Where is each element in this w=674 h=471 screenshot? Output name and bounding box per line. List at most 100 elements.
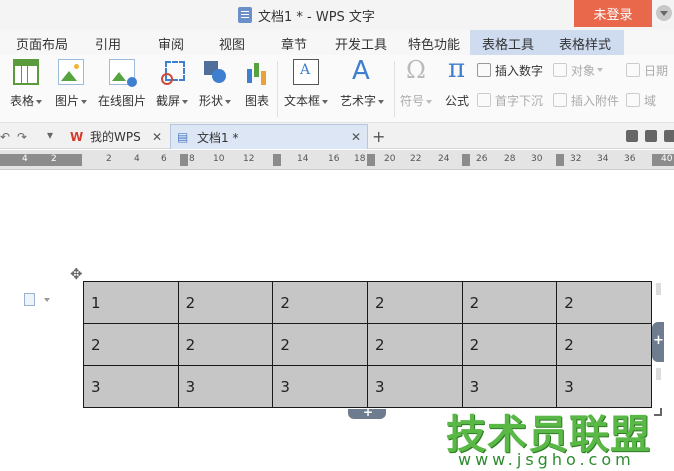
insert-table-label: 表格 xyxy=(10,94,35,108)
screenshot-button[interactable]: 截屏 xyxy=(156,59,189,109)
ruler-label: 40 xyxy=(661,154,673,164)
fullscreen-icon[interactable] xyxy=(645,130,657,142)
ruler-label: 4 xyxy=(22,154,28,164)
ruler-label: 36 xyxy=(624,154,636,164)
shape-button[interactable]: 形状 xyxy=(199,59,232,109)
ruler-label: 14 xyxy=(297,154,309,164)
number-icon xyxy=(477,63,491,77)
textbox-label: 文本框 xyxy=(284,94,321,108)
chevron-down-icon xyxy=(426,99,433,104)
ruler-column-marker xyxy=(367,154,375,166)
chevron-down-icon xyxy=(81,99,88,104)
tab-references[interactable]: 引用 xyxy=(95,34,121,54)
tab-table-tools[interactable]: 表格工具 xyxy=(470,30,546,55)
symbol-label: 符号 xyxy=(400,94,425,108)
new-tab-icon[interactable]: + xyxy=(372,127,385,146)
doc-tab-label: 文档1 * xyxy=(197,130,239,145)
tab-list-chevron-icon[interactable]: ▾ xyxy=(47,128,53,142)
ruler-label: 8 xyxy=(189,154,195,164)
insert-attachment-label: 插入附件 xyxy=(571,93,620,108)
row-handle[interactable] xyxy=(656,368,661,380)
chevron-down-icon xyxy=(378,99,385,104)
table-cell[interactable]: 2 xyxy=(366,281,463,324)
drop-cap-icon xyxy=(477,93,491,107)
document-icon xyxy=(238,7,252,23)
tab-page-layout[interactable]: 页面布局 xyxy=(16,34,68,54)
paragraph-icon[interactable] xyxy=(24,293,35,306)
document-table[interactable]: 1 2 2 2 2 2 2 2 2 2 2 2 3 3 3 3 3 3 xyxy=(83,281,652,408)
drop-cap-label: 首字下沉 xyxy=(495,93,544,108)
object-button[interactable]: 对象 xyxy=(553,61,604,79)
table-cell[interactable]: 2 xyxy=(556,323,652,366)
date-button[interactable]: 日期 xyxy=(626,61,668,79)
close-icon[interactable]: ✕ xyxy=(351,130,361,144)
table-cell[interactable]: 2 xyxy=(177,323,274,366)
insert-picture-button[interactable]: 图片 xyxy=(55,59,88,109)
table-resize-handle-icon[interactable] xyxy=(654,408,662,416)
field-label: 域 xyxy=(644,93,657,108)
insert-attachment-button[interactable]: 插入附件 xyxy=(553,91,619,109)
chart-label: 图表 xyxy=(244,94,269,108)
ruler-column-marker xyxy=(180,154,188,166)
table-cell[interactable]: 2 xyxy=(461,323,558,366)
drop-cap-button[interactable]: 首字下沉 xyxy=(477,91,543,109)
doc-tab-my-wps[interactable]: W 我的WPS ✕ xyxy=(64,124,168,149)
table-cell[interactable]: 2 xyxy=(461,281,558,324)
textbox-button[interactable]: 文本框 xyxy=(284,59,329,109)
redo-icon[interactable]: ↷ xyxy=(17,130,27,144)
row-handle[interactable] xyxy=(656,283,661,295)
tab-review[interactable]: 审阅 xyxy=(158,34,184,54)
ruler-column-marker xyxy=(462,154,470,166)
ruler-margin-left xyxy=(0,154,82,166)
add-row-icon[interactable] xyxy=(348,405,386,419)
table-cell[interactable]: 2 xyxy=(556,281,652,324)
insert-table-button[interactable]: 表格 xyxy=(10,59,43,109)
ruler-label: 28 xyxy=(504,154,516,164)
login-button[interactable]: 未登录 xyxy=(574,0,652,27)
table-cell[interactable]: 2 xyxy=(366,323,463,366)
tab-view[interactable]: 视图 xyxy=(219,34,245,54)
title-menu-icon[interactable] xyxy=(656,5,672,21)
table-cell[interactable]: 3 xyxy=(177,365,274,408)
ruler-label: 20 xyxy=(384,154,396,164)
table-cell[interactable]: 3 xyxy=(83,365,179,408)
tab-sections[interactable]: 章节 xyxy=(281,34,307,54)
symbol-button[interactable]: 符号 xyxy=(400,56,433,109)
table-cell[interactable]: 1 xyxy=(83,281,179,324)
table-cell[interactable]: 2 xyxy=(177,281,274,324)
table-row: 2 2 2 2 2 2 xyxy=(83,323,652,366)
add-column-icon[interactable] xyxy=(652,322,664,362)
online-picture-button[interactable]: 在线图片 xyxy=(98,59,146,109)
undo-icon[interactable]: ↶ xyxy=(0,130,10,144)
table-move-handle-icon[interactable] xyxy=(70,265,84,283)
ruler-label: 2 xyxy=(51,154,57,164)
tab-special-features[interactable]: 特色功能 xyxy=(408,34,460,54)
ruler-column-marker xyxy=(556,154,564,166)
doc-tab-document1[interactable]: ▤ 文档1 * ✕ xyxy=(170,124,368,149)
close-icon[interactable]: ✕ xyxy=(152,130,162,144)
table-cell[interactable]: 2 xyxy=(272,281,368,324)
formula-label: 公式 xyxy=(444,94,469,108)
table-cell[interactable]: 2 xyxy=(272,323,368,366)
date-label: 日期 xyxy=(644,63,669,78)
ruler-label: 24 xyxy=(438,154,450,164)
horizontal-ruler[interactable]: 4 2 2 4 6 8 10 12 14 16 18 20 22 24 26 2… xyxy=(0,150,674,170)
field-button[interactable]: 域 xyxy=(626,91,656,109)
ruler-label: 12 xyxy=(243,154,255,164)
wordart-button[interactable]: 艺术字 xyxy=(340,56,385,109)
tab-developer-tools[interactable]: 开发工具 xyxy=(335,34,387,54)
chevron-down-icon[interactable] xyxy=(44,298,50,302)
table-cell[interactable]: 2 xyxy=(83,323,179,366)
table-cell[interactable]: 3 xyxy=(272,365,368,408)
ruler-label: 32 xyxy=(570,154,582,164)
formula-button[interactable]: 公式 xyxy=(444,54,470,109)
chart-icon xyxy=(244,59,270,85)
settings-icon[interactable] xyxy=(664,130,674,142)
chart-button[interactable]: 图表 xyxy=(244,59,270,109)
layout-icon[interactable] xyxy=(626,130,638,142)
pi-icon xyxy=(444,54,470,85)
picture-icon xyxy=(58,59,84,85)
attachment-icon xyxy=(553,93,567,107)
tab-table-style[interactable]: 表格样式 xyxy=(546,30,624,55)
insert-number-button[interactable]: 插入数字 xyxy=(477,61,543,79)
